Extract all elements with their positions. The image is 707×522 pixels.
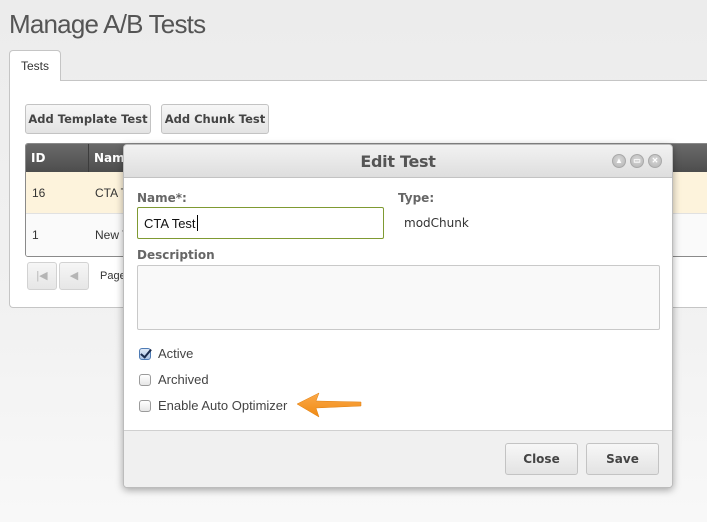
page-title: Manage A/B Tests — [9, 9, 206, 39]
text-caret — [196, 215, 198, 231]
dialog-footer: Close Save — [124, 430, 672, 487]
auto-optimizer-label: Enable Auto Optimizer — [158, 398, 288, 413]
first-page-icon: |◀ — [36, 270, 48, 282]
close-icon[interactable]: ✕ — [648, 154, 662, 168]
type-label: Type: — [398, 191, 435, 205]
add-chunk-test-button[interactable]: Add Chunk Test — [161, 104, 269, 134]
dialog-title: Edit Test — [360, 152, 436, 171]
active-label: Active — [158, 346, 194, 361]
name-input-value: CTA Test — [144, 215, 196, 231]
add-template-test-button[interactable]: Add Template Test — [25, 104, 151, 134]
tab-tests[interactable]: Tests — [9, 50, 61, 81]
column-header-id[interactable]: ID — [26, 144, 89, 172]
save-button[interactable]: Save — [586, 443, 659, 475]
archived-checkbox-row[interactable]: Archived — [139, 372, 209, 387]
cell-id: 16 — [32, 186, 46, 200]
prev-page-icon: ◀ — [69, 270, 79, 282]
prev-page-button[interactable]: ◀ — [59, 262, 89, 290]
auto-optimizer-checkbox[interactable] — [139, 399, 151, 412]
description-textarea[interactable] — [137, 265, 660, 330]
pager-label: Page — [100, 270, 126, 282]
maximize-icon[interactable]: ▭ — [630, 154, 644, 168]
archived-label: Archived — [158, 372, 209, 387]
name-label: Name*: — [137, 191, 187, 205]
name-input[interactable]: CTA Test — [137, 207, 384, 239]
close-button[interactable]: Close — [505, 443, 578, 475]
archived-checkbox[interactable] — [139, 373, 151, 386]
edit-test-dialog: Edit Test ▲ ▭ ✕ Name*: CTA Test Type: mo… — [123, 144, 673, 488]
collapse-icon[interactable]: ▲ — [612, 154, 626, 168]
type-value: modChunk — [404, 216, 469, 230]
cell-id: 1 — [32, 228, 39, 242]
dialog-header[interactable]: Edit Test ▲ ▭ ✕ — [124, 145, 672, 178]
active-checkbox[interactable] — [139, 347, 151, 360]
description-label: Description — [137, 248, 215, 262]
first-page-button[interactable]: |◀ — [27, 262, 57, 290]
auto-optimizer-checkbox-row[interactable]: Enable Auto Optimizer — [139, 398, 287, 413]
active-checkbox-row[interactable]: Active — [139, 346, 193, 361]
annotation-arrow-icon — [296, 392, 362, 418]
